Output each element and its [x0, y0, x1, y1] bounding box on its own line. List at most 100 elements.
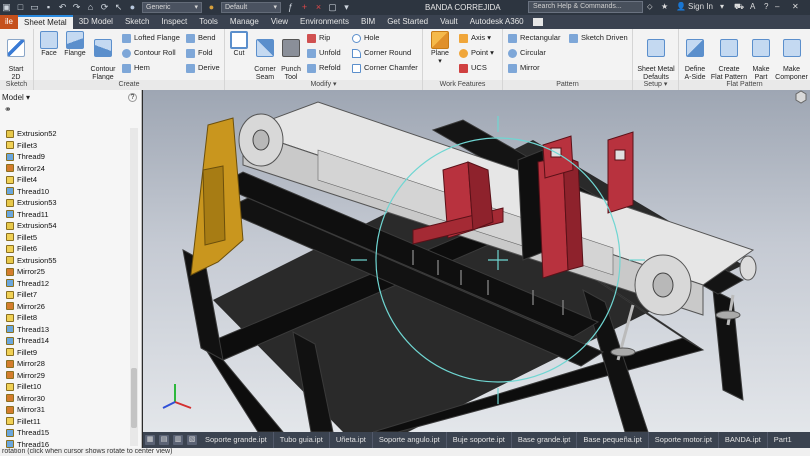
mirror-button[interactable]: Mirror — [508, 62, 540, 74]
minimize-icon[interactable]: – — [775, 2, 779, 11]
tree-item[interactable]: Mirror30 — [0, 393, 130, 405]
graphics-viewport[interactable] — [143, 90, 810, 432]
doc-tab-buje-soporte[interactable]: Buje soporte.ipt — [447, 432, 512, 448]
sheet-metal-defaults-button[interactable]: Sheet Metal Defaults — [635, 31, 677, 82]
home-icon[interactable]: ⌂ — [86, 3, 95, 12]
tab-tools[interactable]: Tools — [193, 15, 224, 29]
more-icon[interactable]: ▾ — [342, 3, 351, 12]
help-icon[interactable]: ? — [764, 2, 768, 11]
setup-panel-title[interactable]: Setup ▾ — [633, 80, 678, 90]
doc-tab-tubo-guia[interactable]: Tubo guia.ipt — [274, 432, 330, 448]
viewcube-icon[interactable] — [794, 90, 808, 104]
new-icon[interactable]: □ — [16, 3, 25, 12]
doc-tab-base-grande[interactable]: Base grande.ipt — [512, 432, 578, 448]
point-button[interactable]: Point ▾ — [459, 47, 494, 59]
doc-tab-part1[interactable]: Part1 — [768, 432, 798, 448]
tree-item[interactable]: Mirror25 — [0, 266, 130, 278]
tab-view[interactable]: View — [265, 15, 294, 29]
arrange-icon[interactable]: ▧ — [187, 435, 197, 445]
contour-flange-button[interactable]: Contour Flange — [88, 31, 118, 82]
user-icon[interactable]: 👤 — [676, 2, 686, 11]
tab-autodesk-a360[interactable]: Autodesk A360 — [464, 15, 530, 29]
browser-scrollbar[interactable] — [130, 128, 138, 446]
a360-icon[interactable]: A — [750, 2, 755, 11]
axis-button[interactable]: Axis ▾ — [459, 32, 491, 44]
corner-round-button[interactable]: Corner Round — [352, 47, 411, 59]
refold-button[interactable]: Refold — [307, 62, 341, 74]
tab-file[interactable]: ile — [0, 15, 19, 29]
tree-item[interactable]: Fillet3 — [0, 140, 130, 152]
tree-item[interactable]: Fillet5 — [0, 232, 130, 244]
cut-button[interactable]: Cut — [229, 31, 249, 58]
define-a-side-button[interactable]: Define A-Side — [681, 31, 709, 82]
bend-button[interactable]: Bend — [186, 32, 216, 44]
face-button[interactable]: Face — [38, 31, 60, 58]
tab-3d-model[interactable]: 3D Model — [73, 15, 119, 29]
doc-tab-soporte-angulo[interactable]: Soporte angulo.ipt — [373, 432, 447, 448]
tree-item[interactable]: Extrusion53 — [0, 197, 130, 209]
tree-item[interactable]: Thread10 — [0, 186, 130, 198]
add-icon[interactable]: + — [300, 3, 309, 12]
create-flat-pattern-button[interactable]: Create Flat Pattern — [709, 31, 749, 82]
tree-item[interactable]: Thread15 — [0, 427, 130, 439]
tree-item[interactable]: Fillet11 — [0, 416, 130, 428]
update-icon[interactable]: ⟳ — [100, 3, 109, 12]
tree-item[interactable]: Fillet10 — [0, 381, 130, 393]
save-icon[interactable]: ▪ — [44, 3, 53, 12]
doc-tab-banda[interactable]: BANDA.ipt — [719, 432, 768, 448]
tree-item[interactable]: Extrusion55 — [0, 255, 130, 267]
make-part-button[interactable]: Make Part — [749, 31, 773, 82]
hem-button[interactable]: Hem — [122, 62, 150, 74]
lofted-flange-button[interactable]: Lofted Flange — [122, 32, 180, 44]
tree-item[interactable]: Thread16 — [0, 439, 130, 448]
help-search-input[interactable]: Search Help & Commands... — [528, 1, 643, 13]
panel-options-icon[interactable] — [530, 15, 546, 29]
close-icon[interactable]: ✕ — [792, 2, 799, 11]
tab-vault[interactable]: Vault — [434, 15, 464, 29]
ucs-button[interactable]: UCS — [459, 62, 487, 74]
derive-button[interactable]: Derive — [186, 62, 220, 74]
tree-item[interactable]: Fillet4 — [0, 174, 130, 186]
tree-item[interactable]: Fillet9 — [0, 347, 130, 359]
binoculars-icon[interactable]: ⚭ — [4, 104, 12, 114]
rip-button[interactable]: Rip — [307, 32, 330, 44]
plane-button[interactable]: Plane ▾ — [427, 31, 453, 66]
doc-tab-uneta[interactable]: Uñeta.ipt — [330, 432, 373, 448]
material-dropdown[interactable]: Generic ▾ — [142, 2, 202, 13]
star-icon[interactable]: ★ — [661, 2, 668, 11]
appearance-dropdown[interactable]: Default ▾ — [221, 2, 281, 13]
sign-in-link[interactable]: Sign In — [688, 2, 713, 11]
tab-get-started[interactable]: Get Started — [381, 15, 434, 29]
close-small-icon[interactable]: × — [314, 3, 323, 12]
flange-button[interactable]: Flange — [62, 31, 88, 58]
corner-seam-button[interactable]: Corner Seam — [252, 31, 278, 82]
open-icon[interactable]: ▭ — [30, 3, 39, 12]
tree-item[interactable]: Fillet6 — [0, 243, 130, 255]
window-icon[interactable]: ▢ — [328, 3, 337, 12]
tree-item[interactable]: Fillet8 — [0, 312, 130, 324]
doc-tab-base-pequena[interactable]: Base pequeña.ipt — [577, 432, 649, 448]
tab-sketch[interactable]: Sketch — [119, 15, 155, 29]
cart-icon[interactable]: ⛟ — [734, 2, 744, 12]
tab-environments[interactable]: Environments — [294, 15, 355, 29]
tile-icon[interactable]: ▤ — [159, 435, 169, 445]
tree-item[interactable]: Extrusion54 — [0, 220, 130, 232]
hole-button[interactable]: Hole — [352, 32, 379, 44]
tree-item[interactable]: Thread11 — [0, 209, 130, 221]
cascade-icon[interactable]: ▥ — [173, 435, 183, 445]
sketch-driven-pattern-button[interactable]: Sketch Driven — [569, 32, 628, 44]
tree-item[interactable]: Mirror26 — [0, 301, 130, 313]
tree-item[interactable]: Mirror28 — [0, 358, 130, 370]
modify-panel-title[interactable]: Modify ▾ — [225, 80, 422, 90]
app-menu-icon[interactable]: ▣ — [2, 3, 11, 12]
tab-bim[interactable]: BIM — [355, 15, 381, 29]
grid-icon[interactable]: ▦ — [145, 435, 155, 445]
tree-item[interactable]: Thread12 — [0, 278, 130, 290]
unfold-button[interactable]: Unfold — [307, 47, 341, 59]
punch-tool-button[interactable]: Punch Tool — [279, 31, 303, 82]
doc-tab-soporte-grande[interactable]: Soporte grande.ipt — [199, 432, 274, 448]
make-components-button[interactable]: Make Componer — [773, 31, 810, 82]
doc-tab-soporte-motor[interactable]: Soporte motor.ipt — [649, 432, 719, 448]
scrollbar-thumb[interactable] — [131, 368, 137, 428]
tree-item[interactable]: Mirror29 — [0, 370, 130, 382]
